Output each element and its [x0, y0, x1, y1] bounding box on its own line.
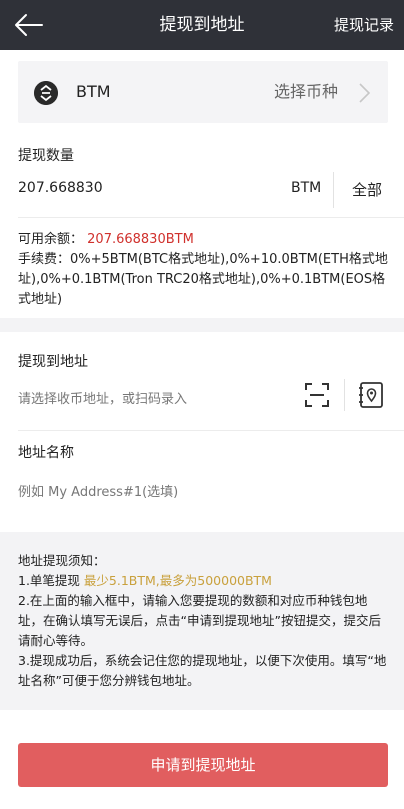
divider	[344, 379, 345, 411]
scan-qr-icon[interactable]	[304, 382, 330, 408]
amount-label: 提现数量	[18, 148, 74, 164]
withdraw-records-link[interactable]: 提现记录	[334, 0, 394, 50]
withdraw-notice: 地址提现须知： 1.单笔提现 最少5.1BTM,最多为500000BTM 2.在…	[18, 551, 390, 691]
notice-line-3: 3.提现成功后，系统会记住您的提现地址，以便下次使用。填写“地址名称”可便于您分…	[18, 653, 387, 688]
divider	[18, 430, 404, 431]
address-name-label: 地址名称	[18, 445, 74, 461]
select-coin-label: 选择币种	[273, 82, 338, 101]
amount-input[interactable]: 207.668830	[18, 180, 103, 196]
address-label: 提现到地址	[18, 354, 88, 370]
amount-unit: BTM	[291, 180, 322, 196]
coin-name: BTM	[76, 82, 111, 101]
submit-withdraw-button[interactable]: 申请到提现地址	[18, 743, 388, 787]
available-balance-value: 207.668830BTM	[87, 232, 194, 247]
top-bar: 提现到地址 提现记录	[0, 0, 404, 50]
fee-info: 手续费：0%+5BTM(BTC格式地址),0%+10.0BTM(ETH格式地址)…	[18, 252, 388, 307]
notice-line-1-prefix: 1.单笔提现	[18, 573, 84, 588]
available-balance: 可用余额： 207.668830BTM	[18, 228, 194, 247]
all-amount-button[interactable]: 全部	[337, 172, 397, 208]
divider	[18, 217, 404, 218]
address-input[interactable]: 请选择收币地址，或扫码录入	[18, 388, 187, 407]
available-balance-label: 可用余额：	[18, 232, 84, 247]
notice-line-1: 1.单笔提现 最少5.1BTM,最多为500000BTM	[18, 571, 390, 591]
notice-limit-highlight: 最少5.1BTM,最多为500000BTM	[83, 573, 272, 588]
address-book-icon[interactable]	[357, 381, 385, 409]
coin-selector[interactable]: BTM 选择币种	[18, 61, 388, 123]
btm-logo-icon	[34, 81, 58, 105]
address-name-input[interactable]: 例如 My Address#1(选填)	[18, 481, 178, 500]
bottom-strip	[0, 800, 404, 809]
chevron-right-icon	[359, 83, 371, 103]
notice-title: 地址提现须知：	[18, 553, 106, 568]
notice-line-2: 2.在上面的输入框中，请输入您要提现的数额和对应币种钱包地址，在确认填写无误后，…	[18, 593, 381, 648]
divider	[333, 172, 334, 208]
